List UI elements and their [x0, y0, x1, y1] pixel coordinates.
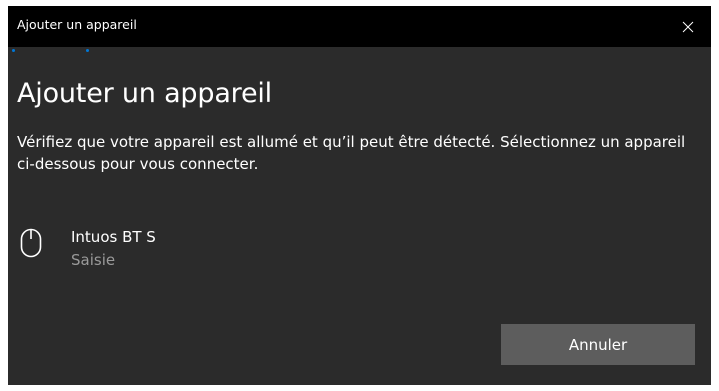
window-title: Ajouter un appareil: [17, 17, 137, 32]
close-icon: [682, 21, 694, 32]
device-name: Intuos BT S: [71, 228, 156, 246]
close-button[interactable]: [665, 6, 711, 47]
progress-indicator: [8, 47, 711, 55]
device-type: Saisie: [71, 251, 116, 269]
mouse-icon: [20, 228, 42, 258]
progress-dot: [86, 49, 89, 52]
title-bar: Ajouter un appareil: [8, 6, 711, 47]
add-device-dialog: Ajouter un appareil Ajouter un appareil …: [8, 6, 711, 385]
device-list-item[interactable]: Intuos BT S Saisie: [14, 224, 314, 278]
cancel-button[interactable]: Annuler: [501, 324, 695, 365]
page-title: Ajouter un appareil: [17, 78, 272, 109]
instructions-text: Vérifiez que votre appareil est allumé e…: [17, 133, 686, 173]
progress-dot: [12, 49, 15, 52]
